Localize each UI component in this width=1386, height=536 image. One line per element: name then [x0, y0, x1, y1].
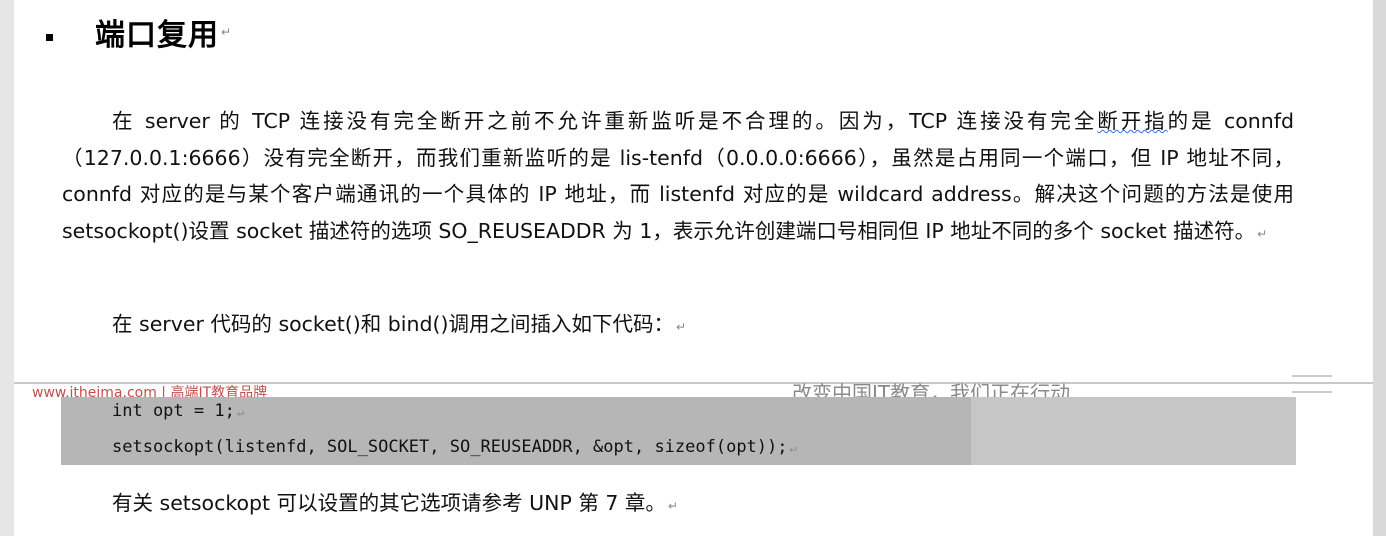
paragraph-mark-icon: ↵: [789, 441, 797, 455]
spellcheck-word: 断开指: [1097, 109, 1168, 133]
paragraph-text: 在 server 的 TCP 连接没有完全断开之前不允许重新监听是不合理的。因为…: [112, 109, 1098, 133]
paragraph-mark-icon: ↵: [667, 499, 678, 513]
section-heading: 端口复用 ↵: [46, 10, 231, 54]
bullet-icon: [46, 33, 53, 41]
paragraph-text: 在 server 代码的 socket()和 bind()调用之间插入如下代码：: [112, 312, 674, 336]
page-corner-mark: [1292, 375, 1332, 393]
paragraph-mark-icon: ↵: [1257, 226, 1268, 241]
code-line: setsockopt(listenfd, SOL_SOCKET, SO_REUS…: [112, 437, 797, 457]
paragraph-explanation: 在 server 的 TCP 连接没有完全断开之前不允许重新监听是不合理的。因为…: [62, 103, 1294, 252]
paragraph-mark-icon: ↵: [236, 405, 245, 419]
right-gutter: [1373, 0, 1386, 536]
heading-text: 端口复用: [95, 18, 219, 53]
paragraph-instruction: 在 server 代码的 socket()和 bind()调用之间插入如下代码：…: [112, 306, 686, 346]
paragraph-reference: 有关 setsockopt 可以设置的其它选项请参考 UNP 第 7 章。 ↵: [112, 486, 678, 516]
paragraph-mark-icon: ↵: [221, 25, 232, 39]
paragraph-mark-icon: ↵: [675, 320, 687, 334]
code-line: int opt = 1; ↵: [112, 401, 245, 421]
paragraph-text: 有关 setsockopt 可以设置的其它选项请参考 UNP 第 7 章。: [112, 491, 666, 515]
